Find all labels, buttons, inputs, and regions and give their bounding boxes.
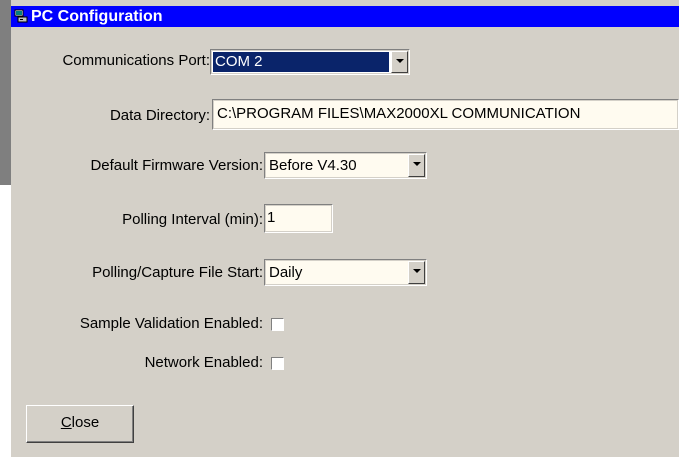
close-button[interactable]: Close: [26, 405, 134, 443]
firmware-version-value: Before V4.30: [269, 157, 357, 174]
capture-file-start-dropdown-button[interactable]: [408, 261, 425, 284]
chevron-down-icon: [396, 59, 404, 63]
background-window-edge: [0, 0, 11, 185]
firmware-version-label: Default Firmware Version:: [90, 157, 263, 174]
comm-port-combobox[interactable]: COM 2: [210, 49, 410, 75]
capture-file-start-combobox[interactable]: Daily: [264, 259, 427, 286]
network-enabled-checkbox[interactable]: [271, 357, 284, 370]
title-bar[interactable]: PC Configuration: [11, 6, 679, 27]
data-directory-field[interactable]: C:\PROGRAM FILES\MAX2000XL COMMUNICATION: [212, 99, 679, 130]
sample-validation-label: Sample Validation Enabled:: [79, 315, 263, 332]
comm-port-dropdown-button[interactable]: [391, 51, 408, 73]
capture-file-start-value: Daily: [269, 264, 303, 281]
firmware-version-dropdown-button[interactable]: [408, 154, 425, 177]
data-directory-value: C:\PROGRAM FILES\MAX2000XL COMMUNICATION: [217, 105, 581, 122]
comm-port-value: COM 2: [213, 52, 389, 72]
sample-validation-checkbox[interactable]: [271, 318, 284, 331]
chevron-down-icon: [413, 269, 421, 273]
chevron-down-icon: [413, 162, 421, 166]
data-directory-label: Data Directory:: [109, 107, 210, 124]
window-title: PC Configuration: [31, 8, 163, 25]
polling-interval-field[interactable]: 1: [264, 204, 333, 233]
firmware-version-combobox[interactable]: Before V4.30: [264, 152, 427, 179]
comm-port-label: Communications Port:: [62, 52, 210, 69]
polling-interval-value: 1: [267, 209, 276, 226]
pc-config-icon: [14, 9, 28, 23]
network-enabled-label: Network Enabled:: [144, 354, 263, 371]
capture-file-start-label: Polling/Capture File Start:: [92, 264, 263, 281]
left-desktop-strip: [0, 0, 11, 457]
close-button-mnemonic: C: [60, 414, 72, 431]
pc-configuration-dialog: PC Configuration Communications Port: CO…: [11, 0, 679, 457]
close-button-label: lose: [71, 414, 100, 431]
polling-interval-label: Polling Interval (min):: [122, 211, 263, 228]
